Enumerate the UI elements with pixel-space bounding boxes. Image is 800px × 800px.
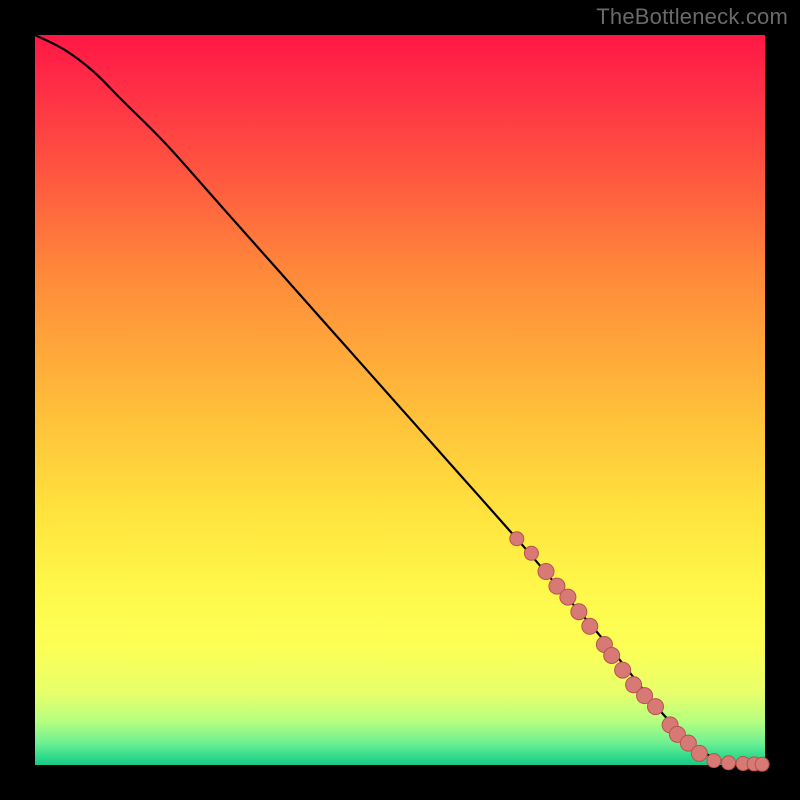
data-marker [538,564,554,580]
data-marker [582,618,598,634]
data-marker [560,589,576,605]
watermark-text: TheBottleneck.com [596,4,788,30]
data-marker [571,604,587,620]
data-marker [691,745,707,761]
data-marker [615,662,631,678]
data-marker [722,756,736,770]
data-marker [755,757,769,771]
data-marker [524,546,538,560]
figure-container: TheBottleneck.com [0,0,800,800]
data-marker [604,648,620,664]
data-marker [707,754,721,768]
marker-group [510,532,769,772]
plot-area [35,35,765,765]
data-marker [648,699,664,715]
marker-layer [35,35,765,765]
data-marker [510,532,524,546]
